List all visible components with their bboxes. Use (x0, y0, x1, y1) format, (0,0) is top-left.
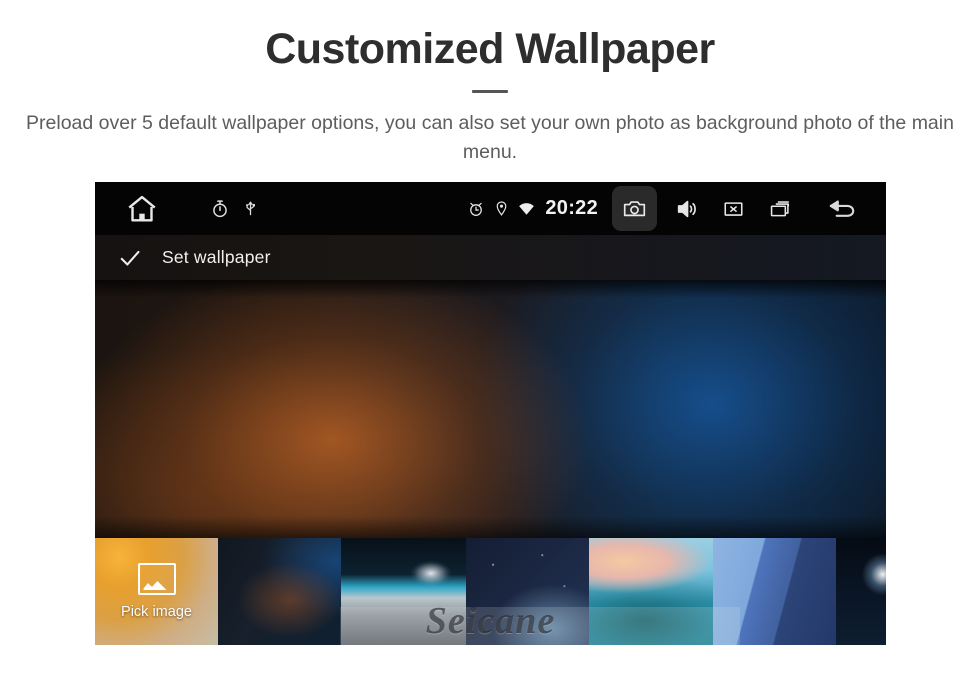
page-header: Customized Wallpaper Preload over 5 defa… (0, 0, 980, 166)
status-bar-left-group (95, 192, 261, 226)
device-screenshot: 20:22 Set wallpaper Pick image Seicane (95, 182, 886, 645)
set-wallpaper-action-bar[interactable]: Set wallpaper (95, 235, 886, 280)
location-icon (491, 199, 511, 218)
wifi-icon (514, 200, 538, 218)
alarm-icon (465, 200, 487, 218)
close-icon[interactable] (718, 198, 748, 220)
thumbnail-wallpaper-4[interactable] (589, 538, 713, 645)
thumbnail-wallpaper-1[interactable] (218, 538, 341, 645)
preview-bottom-shade (95, 516, 886, 538)
image-icon (137, 563, 176, 595)
status-bar-right-group: 20:22 (465, 186, 886, 231)
page-subtitle: Preload over 5 default wallpaper options… (26, 112, 954, 163)
stopwatch-icon[interactable] (207, 199, 233, 219)
wallpaper-thumbnail-strip[interactable]: Pick image Seicane (95, 538, 886, 645)
usb-icon (239, 199, 261, 218)
volume-icon[interactable] (670, 197, 704, 221)
thumbnail-wallpaper-6[interactable] (836, 538, 886, 645)
thumbnail-wallpaper-2[interactable] (341, 538, 466, 645)
wallpaper-preview[interactable] (95, 280, 886, 538)
thumbnail-wallpaper-3[interactable] (466, 538, 589, 645)
camera-icon[interactable] (612, 186, 657, 231)
pick-image-label: Pick image (121, 604, 192, 620)
check-icon[interactable] (117, 245, 143, 271)
thumbnail-wallpaper-5[interactable] (713, 538, 836, 645)
status-bar-clock: 20:22 (545, 197, 598, 219)
status-bar: 20:22 (95, 182, 886, 235)
page-title: Customized Wallpaper (265, 25, 715, 73)
home-icon[interactable] (119, 192, 165, 226)
back-icon[interactable] (820, 195, 864, 223)
preview-top-shade (95, 280, 886, 298)
title-divider (472, 90, 508, 94)
thumbnail-pick-image[interactable]: Pick image (95, 538, 218, 645)
set-wallpaper-label: Set wallpaper (162, 247, 271, 267)
recents-icon[interactable] (764, 198, 796, 220)
